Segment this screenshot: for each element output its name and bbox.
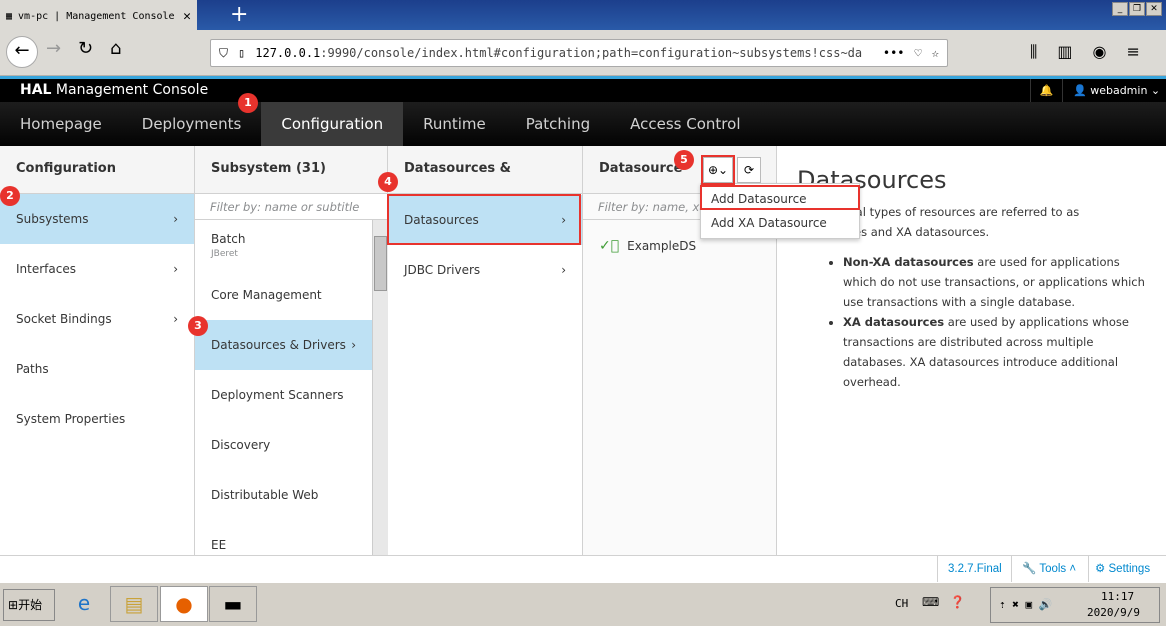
- column-title: Subsystem (31): [195, 146, 387, 194]
- item-paths[interactable]: Paths: [0, 344, 194, 394]
- item-system-properties[interactable]: System Properties: [0, 394, 194, 444]
- column-title: Datasources & Drivers: [388, 146, 582, 222]
- step-badge: 4: [378, 172, 398, 192]
- clock-time: 11:17: [1101, 590, 1135, 603]
- network-icon: ⇡ ✖ ▣ 🔊: [999, 598, 1053, 611]
- firefox-icon[interactable]: ●: [160, 586, 208, 622]
- step-badge: 3: [188, 316, 208, 336]
- item-jdbc-drivers[interactable]: JDBC Drivers ›: [388, 245, 582, 295]
- language-indicator[interactable]: CH: [895, 597, 908, 610]
- page-icon: ▯: [238, 46, 246, 60]
- hal-header: HAL Management Console 🔔 👤 webadmin ⌄: [0, 79, 1166, 102]
- url-path: :9990/console/index.html#configuration;p…: [320, 46, 863, 60]
- close-window-icon[interactable]: ✕: [1146, 2, 1162, 16]
- gears-icon: ⚙: [1095, 563, 1106, 575]
- system-tray: ⇡ ✖ ▣ 🔊 11:17 2020/9/9: [990, 587, 1160, 623]
- item-batch[interactable]: Batch JBeret: [195, 220, 372, 270]
- ie-icon[interactable]: e: [60, 586, 108, 622]
- window-controls: _ ❐ ✕: [1112, 2, 1162, 16]
- highlight-box: [700, 185, 860, 210]
- restore-icon[interactable]: ❐: [1129, 2, 1145, 16]
- version-link[interactable]: 3.2.7.Final: [937, 556, 1012, 583]
- forward-icon[interactable]: →: [46, 38, 61, 59]
- start-button[interactable]: ⊞开始: [3, 589, 55, 621]
- clock-date: 2020/9/9: [1087, 606, 1140, 619]
- step-badge: 1: [238, 93, 258, 113]
- minimize-icon[interactable]: _: [1112, 2, 1128, 16]
- tab-title: vm-pc | Management Console: [18, 10, 175, 22]
- scrollbar[interactable]: [372, 220, 388, 555]
- wrench-icon: 🔧: [1022, 563, 1037, 575]
- help-icon[interactable]: ❓: [950, 595, 965, 609]
- bookmark-star-icon[interactable]: ☆: [932, 46, 939, 60]
- account-icon[interactable]: ◉: [1093, 42, 1107, 62]
- step-badge: 2: [0, 186, 20, 206]
- browser-toolbar: ← → ↻ ⌂ ⛉ ▯ 127.0.0.1:9990/console/index.…: [0, 30, 1166, 76]
- menu-icon[interactable]: ≡: [1126, 42, 1139, 62]
- back-icon[interactable]: ←: [6, 36, 38, 68]
- nav-access-control[interactable]: Access Control: [610, 102, 760, 146]
- cmd-icon[interactable]: ▬: [209, 586, 257, 622]
- configuration-column: Configuration Subsystems › Interfaces › So…: [0, 146, 195, 555]
- item-core-management[interactable]: Core Management: [195, 270, 372, 320]
- library-icon[interactable]: ⫼: [1030, 42, 1037, 62]
- favicon-icon: ▦: [6, 10, 13, 22]
- highlight-box: [387, 194, 581, 245]
- user-menu[interactable]: 👤 webadmin ⌄: [1062, 79, 1166, 102]
- nav-runtime[interactable]: Runtime: [403, 102, 506, 146]
- reload-icon[interactable]: ↻: [78, 38, 93, 59]
- item-subsystems[interactable]: Subsystems ›: [0, 194, 194, 244]
- close-tab-icon[interactable]: ✕: [183, 9, 191, 24]
- bullet-xa: XA datasources are used by applications …: [843, 312, 1146, 392]
- item-deployment-scanners[interactable]: Deployment Scanners: [195, 370, 372, 420]
- shield-icon: ⛉: [219, 45, 229, 60]
- home-icon[interactable]: ⌂: [110, 38, 121, 59]
- main-nav: Homepage Deployments Configuration Runti…: [0, 102, 1166, 146]
- bell-icon[interactable]: 🔔: [1030, 79, 1062, 102]
- highlight-box: [701, 155, 735, 185]
- nav-homepage[interactable]: Homepage: [0, 102, 122, 146]
- item-ee[interactable]: EE: [195, 520, 372, 555]
- subsystem-column: Subsystem (31) Filter by: name or subtit…: [195, 146, 388, 555]
- step-badge: 5: [674, 150, 694, 170]
- taskbar: ⊞开始 e ▤ ● ▬ CH ⌨ ❓ ⇡ ✖ ▣ 🔊 11:17 2020/9/…: [0, 582, 1166, 626]
- sidebar-icon[interactable]: ▥: [1057, 42, 1072, 62]
- new-tab-icon[interactable]: +: [230, 2, 248, 27]
- item-distributable-web[interactable]: Distributable Web: [195, 470, 372, 520]
- item-socket-bindings[interactable]: Socket Bindings ›: [0, 294, 194, 344]
- settings-link[interactable]: ⚙ Settings: [1088, 556, 1166, 583]
- nav-configuration[interactable]: Configuration: [261, 102, 404, 146]
- subsystem-filter-input[interactable]: Filter by: name or subtitle: [195, 194, 387, 220]
- pocket-icon[interactable]: ♡: [915, 46, 922, 60]
- browser-tabstrip: ▦ vm-pc | Management Console ✕ + _ ❐ ✕: [0, 0, 1166, 32]
- item-interfaces[interactable]: Interfaces ›: [0, 244, 194, 294]
- column-title: Configuration: [0, 146, 194, 194]
- more-icon[interactable]: •••: [883, 46, 905, 60]
- ok-check-icon: ✓⃝: [599, 238, 620, 254]
- url-bar[interactable]: ⛉ ▯ 127.0.0.1:9990/console/index.html#con…: [210, 39, 948, 67]
- tools-menu[interactable]: 🔧 Tools ˄: [1011, 556, 1086, 583]
- bullet-non-xa: Non-XA datasources are used for applicat…: [843, 252, 1146, 312]
- browser-tab[interactable]: ▦ vm-pc | Management Console ✕: [0, 0, 197, 32]
- username: webadmin: [1090, 84, 1148, 97]
- item-datasources-drivers[interactable]: Datasources & Drivers ›: [195, 320, 372, 370]
- brand: HAL Management Console: [20, 82, 209, 98]
- menu-add-xa-datasource[interactable]: Add XA Datasource: [701, 211, 859, 235]
- url-host: 127.0.0.1: [255, 46, 321, 60]
- footer: 3.2.7.Final 🔧 Tools ˄ ⚙ Settings: [0, 555, 1166, 583]
- item-discovery[interactable]: Discovery: [195, 420, 372, 470]
- refresh-icon[interactable]: ⟳: [737, 157, 761, 183]
- explorer-icon[interactable]: ▤: [110, 586, 158, 622]
- nav-patching[interactable]: Patching: [506, 102, 610, 146]
- keyboard-icon[interactable]: ⌨: [922, 595, 939, 609]
